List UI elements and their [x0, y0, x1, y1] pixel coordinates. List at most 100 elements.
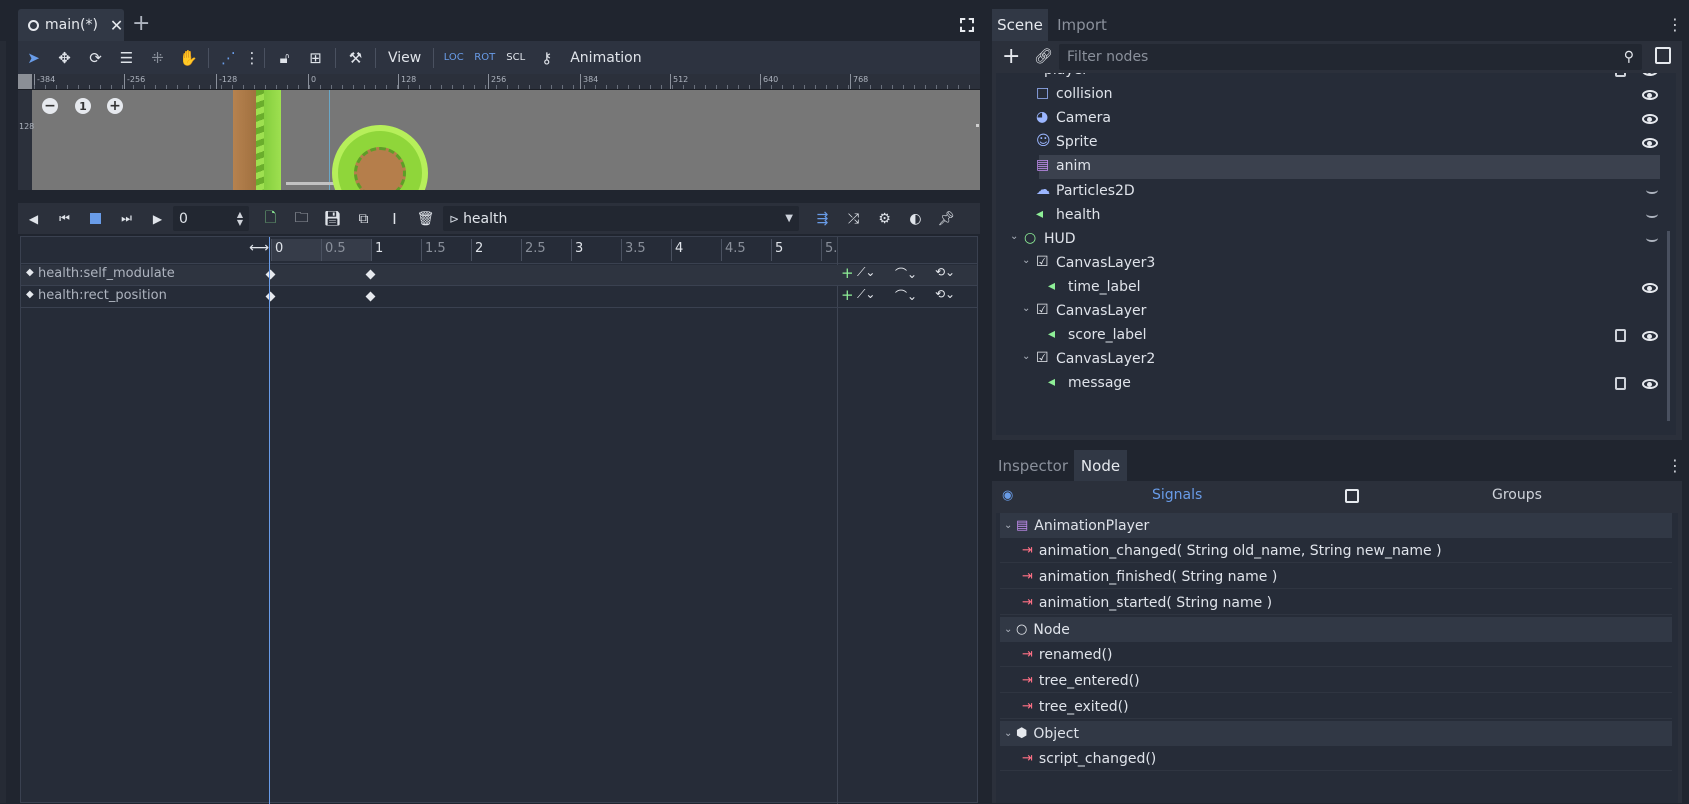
more-options-icon[interactable]: ⋮	[244, 41, 260, 74]
new-animation-icon[interactable]: 🗋︎	[255, 207, 286, 231]
autoplay-icon[interactable]: ⇶	[807, 211, 838, 227]
tools-icon[interactable]: ⚙	[869, 211, 900, 227]
distraction-free-icon[interactable]	[960, 18, 974, 32]
groups-toggle-icon[interactable]	[1345, 489, 1359, 503]
pan-tool-icon[interactable]: ✋	[173, 41, 204, 74]
time-spinbox[interactable]: 0 ▲ ▼	[173, 206, 249, 231]
scene-tree-item[interactable]: ▤ anim	[1036, 155, 1660, 180]
keyframe[interactable]	[365, 269, 376, 280]
groups-tab[interactable]: Groups	[1492, 487, 1542, 503]
rename-animation-icon[interactable]: I	[379, 210, 410, 228]
canvas-viewport[interactable]: 128 − 1 +	[18, 90, 980, 190]
play-icon[interactable]: ▶	[142, 212, 173, 226]
chevron-down-icon[interactable]: ⌄	[1022, 303, 1030, 314]
select-tool-icon[interactable]: ➤	[18, 41, 49, 74]
animation-track-editor[interactable]: ⟷ 0 0.5 1 1.5 2 2.5 3 3.5 4 4.5 5 5. ◆ health:self_m…	[20, 236, 978, 804]
list-select-icon[interactable]: ☰	[111, 41, 142, 74]
pivot-tool-icon[interactable]: ⁜	[142, 41, 173, 74]
tab-import[interactable]: Import	[1048, 9, 1116, 41]
chevron-down-icon[interactable]: ⌄	[1022, 351, 1030, 362]
scene-tree-item[interactable]: ☺ Sprite	[996, 131, 1672, 155]
delete-animation-icon[interactable]: 🗑︎	[410, 211, 441, 227]
lock-icon[interactable]: 🔓︎	[269, 41, 300, 74]
visibility-eye-icon[interactable]	[1642, 282, 1658, 293]
dock-menu-icon[interactable]: ⋮	[1667, 15, 1683, 34]
signal-item[interactable]: ⇥ script_changed()	[1000, 747, 1672, 771]
key-scale-icon[interactable]: SCL	[500, 41, 531, 74]
loop-mode-icon[interactable]: ⟲⌄	[935, 265, 955, 279]
tab-main-scene[interactable]: main(*) ✕	[18, 9, 124, 41]
add-tab-button[interactable]: +	[132, 10, 150, 38]
keyframe[interactable]	[265, 291, 276, 302]
chevron-down-icon[interactable]: ⌄	[1004, 728, 1016, 739]
play-backwards-from-end-icon[interactable]: ⏮	[49, 211, 80, 226]
script-icon[interactable]	[1615, 377, 1626, 391]
keyframe[interactable]	[365, 291, 376, 302]
move-tool-icon[interactable]: ✥	[49, 41, 80, 74]
zoom-out-icon[interactable]: −	[42, 98, 58, 114]
animation-menu[interactable]: Animation	[562, 50, 649, 66]
signal-item[interactable]: ⇥ tree_exited()	[1000, 695, 1672, 719]
scene-tree-item[interactable]: ☁ Particles2D	[996, 180, 1672, 204]
chevron-down-icon[interactable]: ⌄	[1004, 624, 1016, 635]
signal-section[interactable]: ⌄ ⬢ Object	[1000, 721, 1672, 746]
key-rotation-icon[interactable]: ROT	[469, 41, 500, 74]
scene-tree-item[interactable]: ⌄ ☑ CanvasLayer2	[996, 348, 1672, 372]
play-from-start-icon[interactable]: ⏭	[111, 211, 142, 226]
interpolation-mode-icon[interactable]: ⌒⌄	[895, 265, 917, 282]
signal-item[interactable]: ⇥ animation_started( String name )	[1000, 591, 1672, 615]
scene-tree-item[interactable]: ◂ health	[996, 204, 1672, 228]
visibility-eye-icon[interactable]	[1642, 138, 1658, 149]
scene-tree-item[interactable]: ◕ Camera	[996, 107, 1672, 131]
script-attach-icon[interactable]	[1655, 47, 1671, 64]
tab-inspector[interactable]: Inspector	[992, 450, 1074, 482]
chevron-down-icon[interactable]: ⌄	[1022, 255, 1030, 266]
animation-select[interactable]: ⊳ health ▼	[443, 206, 799, 231]
pin-icon[interactable]: 📌︎	[931, 211, 962, 227]
signal-item[interactable]: ⇥ tree_entered()	[1000, 669, 1672, 693]
update-mode-icon[interactable]: ⟋⌄	[857, 265, 875, 280]
visibility-eye-icon[interactable]	[1642, 331, 1658, 342]
animation-track[interactable]: ◆ health:self_modulate + ⟋⌄ ⌒⌄ ⟲⌄	[21, 264, 977, 286]
rotate-tool-icon[interactable]: ⟳	[80, 41, 111, 74]
signal-section[interactable]: ⌄ ○ Node	[1000, 617, 1672, 642]
add-key-icon[interactable]: +	[841, 286, 854, 304]
close-icon[interactable]: ✕	[110, 16, 123, 35]
signal-item[interactable]: ⇥ animation_finished( String name )	[1000, 565, 1672, 589]
key-insert-icon[interactable]: ⚷	[531, 41, 562, 74]
key-location-icon[interactable]: LOC	[438, 41, 469, 74]
tab-scene[interactable]: Scene	[992, 9, 1048, 41]
keyframe[interactable]	[265, 269, 276, 280]
visibility-eye-icon[interactable]	[1642, 114, 1658, 125]
collapse-icon[interactable]	[1646, 234, 1658, 242]
scene-tree-item[interactable]: ⌄ ☑ CanvasLayer	[996, 300, 1672, 324]
visibility-eye-icon[interactable]	[1642, 90, 1658, 101]
scene-tree-item[interactable]: ⌄ ☑ CanvasLayer3	[996, 252, 1672, 276]
panel-divider[interactable]	[18, 194, 980, 198]
interpolation-mode-icon[interactable]: ⌒⌄	[895, 287, 917, 304]
scene-tree-item[interactable]: □ collision	[996, 83, 1672, 107]
tab-node[interactable]: Node	[1074, 450, 1127, 482]
duplicate-animation-icon[interactable]: ⧉	[348, 211, 379, 227]
scene-tree-item[interactable]: ⌄ ○ HUD	[996, 228, 1672, 252]
scene-tree-item[interactable]: ⌄⚔player	[996, 73, 1672, 83]
script-icon[interactable]	[1615, 73, 1626, 77]
add-key-icon[interactable]: +	[841, 264, 854, 282]
scene-tree-item[interactable]: ◂ time_label	[996, 276, 1672, 300]
dock-menu-icon[interactable]: ⋮	[1667, 456, 1683, 475]
load-animation-icon[interactable]: 🗀︎	[286, 207, 317, 231]
chevron-down-icon[interactable]: ⌄	[1004, 520, 1016, 531]
smart-snap-icon[interactable]: ⋰	[213, 41, 244, 74]
script-icon[interactable]	[1615, 329, 1626, 343]
view-menu[interactable]: View	[380, 50, 429, 66]
update-mode-icon[interactable]: ⟋⌄	[857, 287, 875, 302]
spinner-arrows-icon[interactable]: ▲ ▼	[237, 210, 243, 227]
signal-item[interactable]: ⇥ animation_changed( String old_name, Str…	[1000, 539, 1672, 563]
signal-section[interactable]: ⌄ ▤ AnimationPlayer	[1000, 513, 1672, 538]
visibility-eye-icon[interactable]	[1642, 73, 1658, 76]
playhead-line[interactable]	[269, 237, 270, 804]
collapse-icon[interactable]	[1646, 186, 1658, 194]
chevron-down-icon[interactable]: ⌄	[1010, 231, 1018, 242]
visibility-eye-icon[interactable]	[1642, 379, 1658, 390]
collapse-icon[interactable]	[1646, 210, 1658, 218]
